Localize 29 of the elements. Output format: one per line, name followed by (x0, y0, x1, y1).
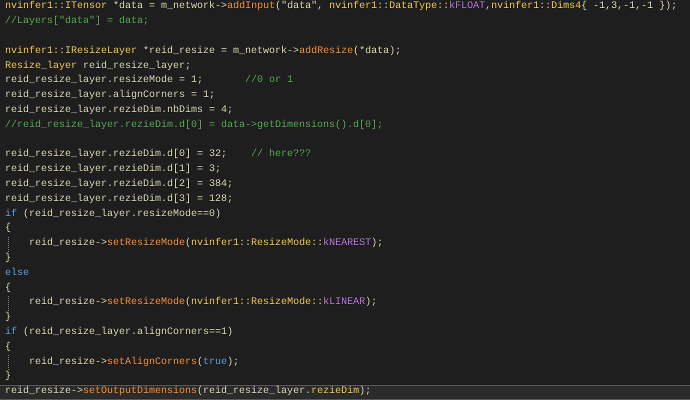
code-line: //reid_resize_layer.rezieDim.d[0] = data->getDimensions().d[0]; (5, 118, 384, 133)
indent-guide (8, 296, 9, 311)
code-line: reid_resize_layer.alignCorners = 1; (5, 88, 216, 104)
code-line: //Layers["data"] = data; (5, 14, 150, 30)
indent-guide (8, 236, 9, 252)
code-line: reid_resize_layer.rezieDim.d[3] = 128; (5, 192, 234, 207)
code-line: nvinfer1::ITensor *data = m_network->addInput("data", nvinfer1::DataType::kFLOAT,nvinfer1::Dims4{ -1,3,-1,-1 }); (5, 0, 678, 14)
code-line: reid_resize->setOutputDimensions(reid_resize_layer.rezieDim); (5, 386, 372, 399)
code-line: reid_resize->setAlignCorners(true); (29, 356, 240, 370)
code-line: reid_resize->setResizeMode(nvinfer1::ResizeMode::kLINEAR); (29, 296, 378, 310)
code-line: reid_resize_layer.rezieDim.d[0] = 32; // here??? (5, 148, 312, 162)
code-line: if (reid_resize_layer.alignCorners==1) (5, 326, 234, 340)
code-line: { (5, 340, 12, 355)
code-line: { (5, 282, 12, 296)
code-line: reid_resize_layer.rezieDim.d[2] = 384; (5, 178, 234, 192)
code-editor[interactable] (0, 0, 690, 400)
code-line: } (5, 252, 12, 266)
code-line: { (5, 222, 12, 236)
code-line: if (reid_resize_layer.resizeMode==0) (5, 208, 222, 222)
code-line: } (5, 310, 12, 326)
code-line: else (5, 266, 30, 281)
code-line: reid_resize_layer.resizeMode = 1; //0 or 1 (5, 74, 294, 88)
code-line: nvinfer1::IResizeLayer *reid_resize = m_network->addResize(*data); (5, 44, 402, 59)
code-line: reid_resize->setResizeMode(nvinfer1::ResizeMode::kNEAREST); (29, 236, 384, 252)
code-line: } (5, 370, 12, 384)
code-line: reid_resize_layer.rezieDim.d[1] = 3; (5, 162, 222, 178)
code-line: Resize_layer reid_resize_layer; (5, 60, 192, 74)
indent-guide (8, 355, 9, 370)
code-line: reid_resize_layer.rezieDim.nbDims = 4; (5, 104, 234, 118)
